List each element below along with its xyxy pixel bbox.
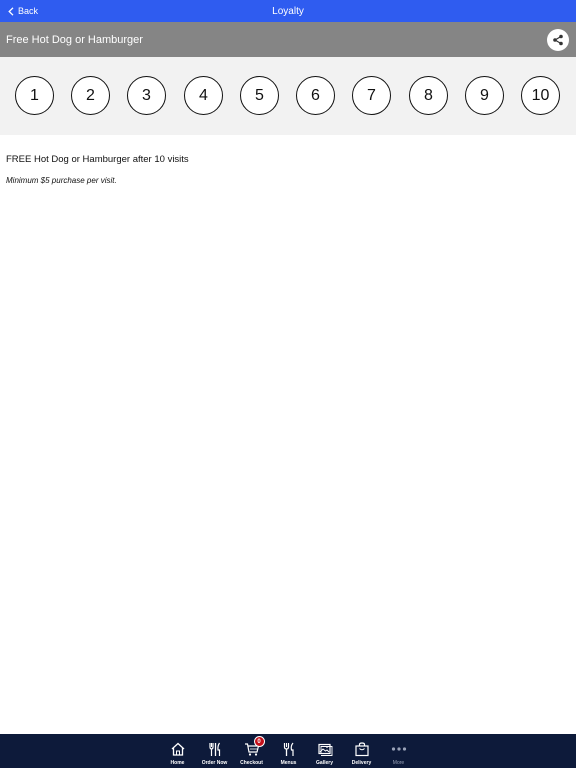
bag-icon [354,742,369,757]
fork-knife-icon [283,742,294,756]
tab-label: Gallery [316,760,333,766]
reward-title: Free Hot Dog or Hamburger [6,33,143,46]
stamp-circle: 8 [409,76,448,115]
tab-bar: Home Order Now 0 Checkout Menus Gallery … [0,734,576,768]
tab-label: Checkout [240,760,263,766]
tab-label: Delivery [351,760,372,766]
tab-menus[interactable]: Menus [270,734,307,768]
stamp-circle: 5 [240,76,279,115]
tab-order-now[interactable]: Order Now [196,734,233,768]
tab-more[interactable]: More [380,734,417,768]
punch-card: 1 2 3 4 5 6 7 8 9 10 [0,57,576,135]
stamp-circle: 9 [465,76,504,115]
tab-delivery[interactable]: Delivery [343,734,380,768]
nav-title: Loyalty [272,5,304,17]
stamp-circle: 10 [521,76,560,115]
stamp-circle: 7 [352,76,391,115]
stamp-circle: 6 [296,76,335,115]
stamp-circle: 3 [127,76,166,115]
tab-gallery[interactable]: Gallery [306,734,343,768]
home-icon [171,742,184,756]
stamp-circle: 1 [15,76,54,115]
tab-label: More [392,760,405,766]
stamp-circle: 2 [71,76,110,115]
reward-description: FREE Hot Dog or Hamburger after 10 visit… [6,154,189,165]
more-dots-icon [391,747,406,751]
reward-header: Free Hot Dog or Hamburger [0,22,576,57]
utensils-icon [208,742,220,756]
navigation-bar: Back Loyalty [0,0,576,22]
tab-label: Home [170,760,185,766]
reward-note: Minimum $5 purchase per visit. [6,176,117,185]
tab-label: Order Now [201,760,228,766]
share-icon [553,34,563,46]
tab-home[interactable]: Home [159,734,196,768]
cart-badge: 0 [253,736,265,747]
gallery-icon [317,743,332,756]
tab-checkout[interactable]: 0 Checkout [233,734,270,768]
share-button[interactable] [547,29,569,51]
tab-label: Menus [280,760,297,766]
app-screen: Back Loyalty Free Hot Dog or Hamburger 1… [0,0,576,768]
stamp-circle: 4 [184,76,223,115]
